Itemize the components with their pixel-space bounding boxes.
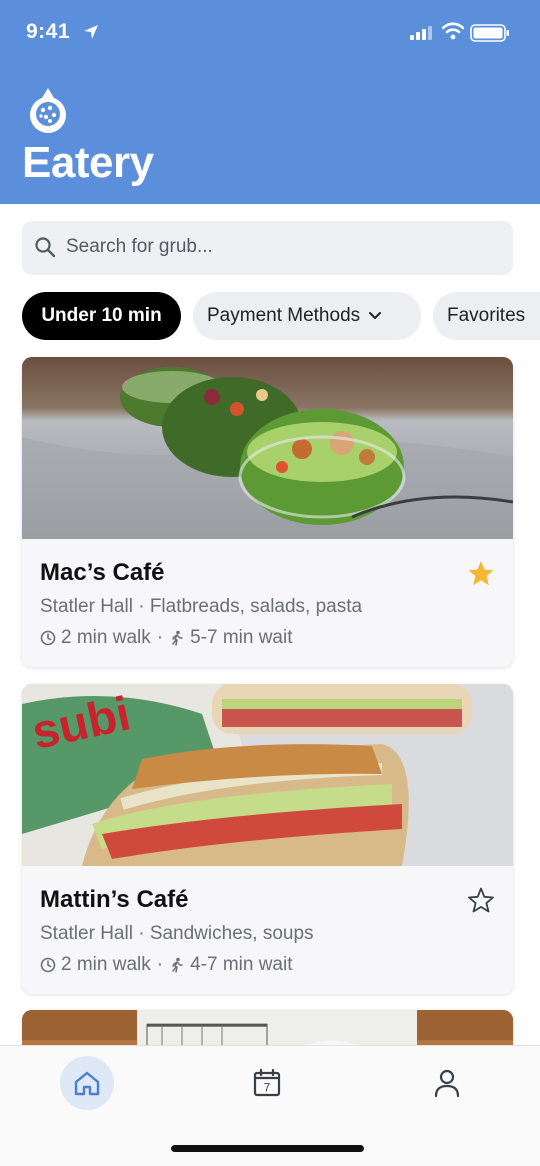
search-placeholder: Search for grub... — [66, 236, 213, 257]
eatery-details: Statler Hall · Flatbreads, salads, pasta — [40, 596, 363, 617]
home-indicator — [171, 1145, 364, 1152]
cellular-signal-icon — [410, 26, 432, 40]
eatery-cuisine: Sandwiches, soups — [149, 923, 314, 944]
calendar-icon: 7 — [253, 1068, 281, 1097]
app-header: 9:41 Eatery — [0, 0, 540, 204]
filter-payment-label: Payment Methods — [207, 305, 361, 326]
favorite-star-outline-icon[interactable] — [467, 886, 495, 914]
search-icon — [35, 237, 56, 258]
eatery-name: Mattin’s Café — [40, 886, 189, 913]
search-input[interactable]: Search for grub... — [22, 221, 513, 275]
eatery-card[interactable]: Mac’s Café Statler Hall · Flatbreads, sa… — [22, 357, 513, 667]
status-bar: 9:41 — [0, 0, 540, 64]
eatery-logo-icon — [30, 88, 66, 133]
eatery-photo-sandwiches: subi — [22, 684, 513, 866]
walk-time: 2 min walk — [61, 954, 151, 975]
status-time: 9:41 — [26, 20, 71, 43]
eatery-cuisine: Flatbreads, salads, pasta — [149, 596, 363, 617]
filter-chips: Under 10 min Payment Methods Favorites — [22, 292, 540, 340]
location-arrow-icon — [84, 25, 98, 39]
wait-time: 5-7 min wait — [190, 627, 293, 648]
clock-icon — [40, 957, 56, 973]
eatery-photo-salads — [22, 357, 513, 539]
home-icon — [74, 1071, 100, 1096]
wifi-icon — [442, 22, 464, 40]
walking-person-icon — [172, 957, 183, 973]
tab-calendar[interactable]: 7 — [240, 1056, 294, 1110]
walking-person-icon — [172, 630, 183, 646]
calendar-day: 7 — [264, 1081, 271, 1095]
eatery-location: Statler Hall — [40, 923, 133, 944]
filter-favorites-label: Favorites — [447, 305, 526, 326]
tab-profile[interactable] — [420, 1056, 474, 1110]
app-title: Eatery — [22, 138, 154, 187]
walk-time: 2 min walk — [61, 627, 151, 648]
eatery-details: Statler Hall · Sandwiches, soups — [40, 923, 314, 944]
tab-home[interactable] — [60, 1056, 114, 1110]
eatery-name: Mac’s Café — [40, 559, 165, 586]
chevron-down-icon — [369, 312, 382, 319]
filter-under-10-label: Under 10 min — [41, 305, 162, 326]
filter-favorites[interactable]: Favorites — [433, 292, 540, 340]
clock-icon — [40, 630, 56, 646]
filter-payment-methods[interactable]: Payment Methods — [193, 292, 421, 340]
wait-time: 4-7 min wait — [190, 954, 293, 975]
profile-icon — [434, 1069, 460, 1098]
eatery-meta: 2 min walk · 4-7 min wait — [40, 954, 293, 976]
eatery-card[interactable]: subi Mattin’s Café Statler Hall · Sandwi… — [22, 684, 513, 994]
eatery-location: Statler Hall — [40, 596, 133, 617]
eatery-meta: 2 min walk · 5-7 min wait — [40, 627, 293, 649]
favorite-star-filled-icon[interactable] — [467, 559, 495, 587]
filter-under-10-min[interactable]: Under 10 min — [22, 292, 181, 340]
battery-icon — [470, 24, 509, 42]
